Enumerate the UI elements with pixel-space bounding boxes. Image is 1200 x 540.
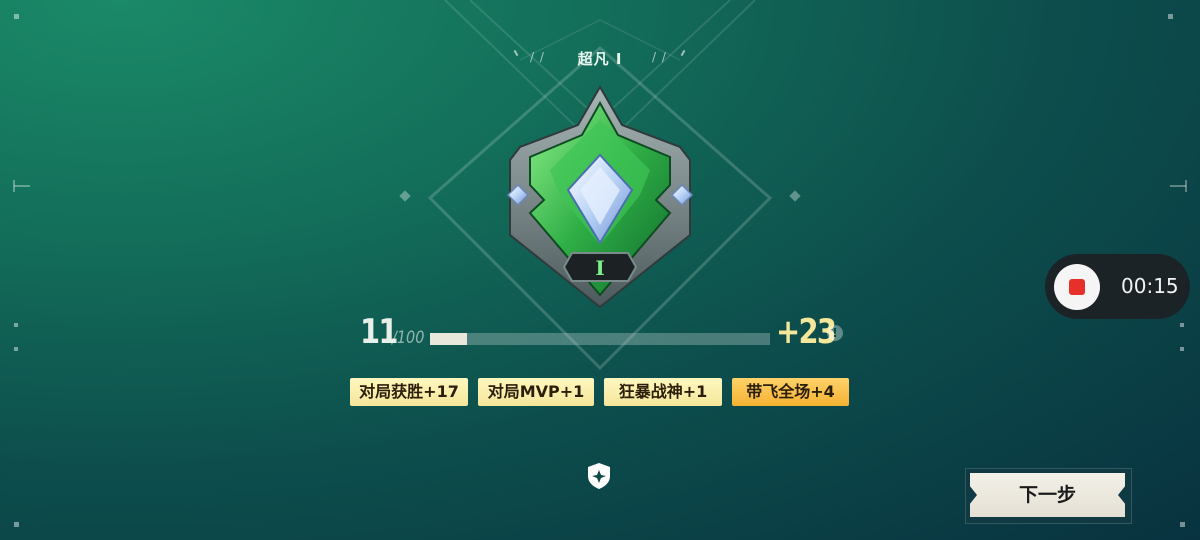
progress-bar-fill xyxy=(430,333,468,345)
info-icon[interactable]: ! xyxy=(827,325,843,341)
screen-recording-indicator: 00:15 xyxy=(1045,254,1190,319)
recording-time: 00:15 xyxy=(1121,274,1179,298)
shield-star-icon[interactable] xyxy=(587,462,611,490)
title-slashes-right: / / xyxy=(652,50,667,64)
reward-tag-carry: 带飞全场+4 xyxy=(732,378,849,406)
next-button[interactable]: 下一步 xyxy=(965,468,1132,524)
badge-numeral: I xyxy=(595,256,604,280)
stop-record-icon xyxy=(1069,279,1085,295)
stop-record-button[interactable] xyxy=(1054,264,1100,310)
max-points: /100 xyxy=(392,328,425,348)
rank-badge-icon: I xyxy=(506,85,694,309)
rank-progress: 11 /100 +23 ! xyxy=(360,312,850,352)
reward-tag-berserk: 狂暴战神+1 xyxy=(604,378,722,406)
reward-tag-mvp: 对局MVP+1 xyxy=(478,378,594,406)
rank-title: 超凡 I xyxy=(577,50,623,68)
next-button-label: 下一步 xyxy=(1018,484,1076,506)
next-button-face[interactable]: 下一步 xyxy=(969,473,1126,517)
reward-tag-win: 对局获胜+17 xyxy=(350,378,468,406)
progress-bar xyxy=(430,333,770,345)
